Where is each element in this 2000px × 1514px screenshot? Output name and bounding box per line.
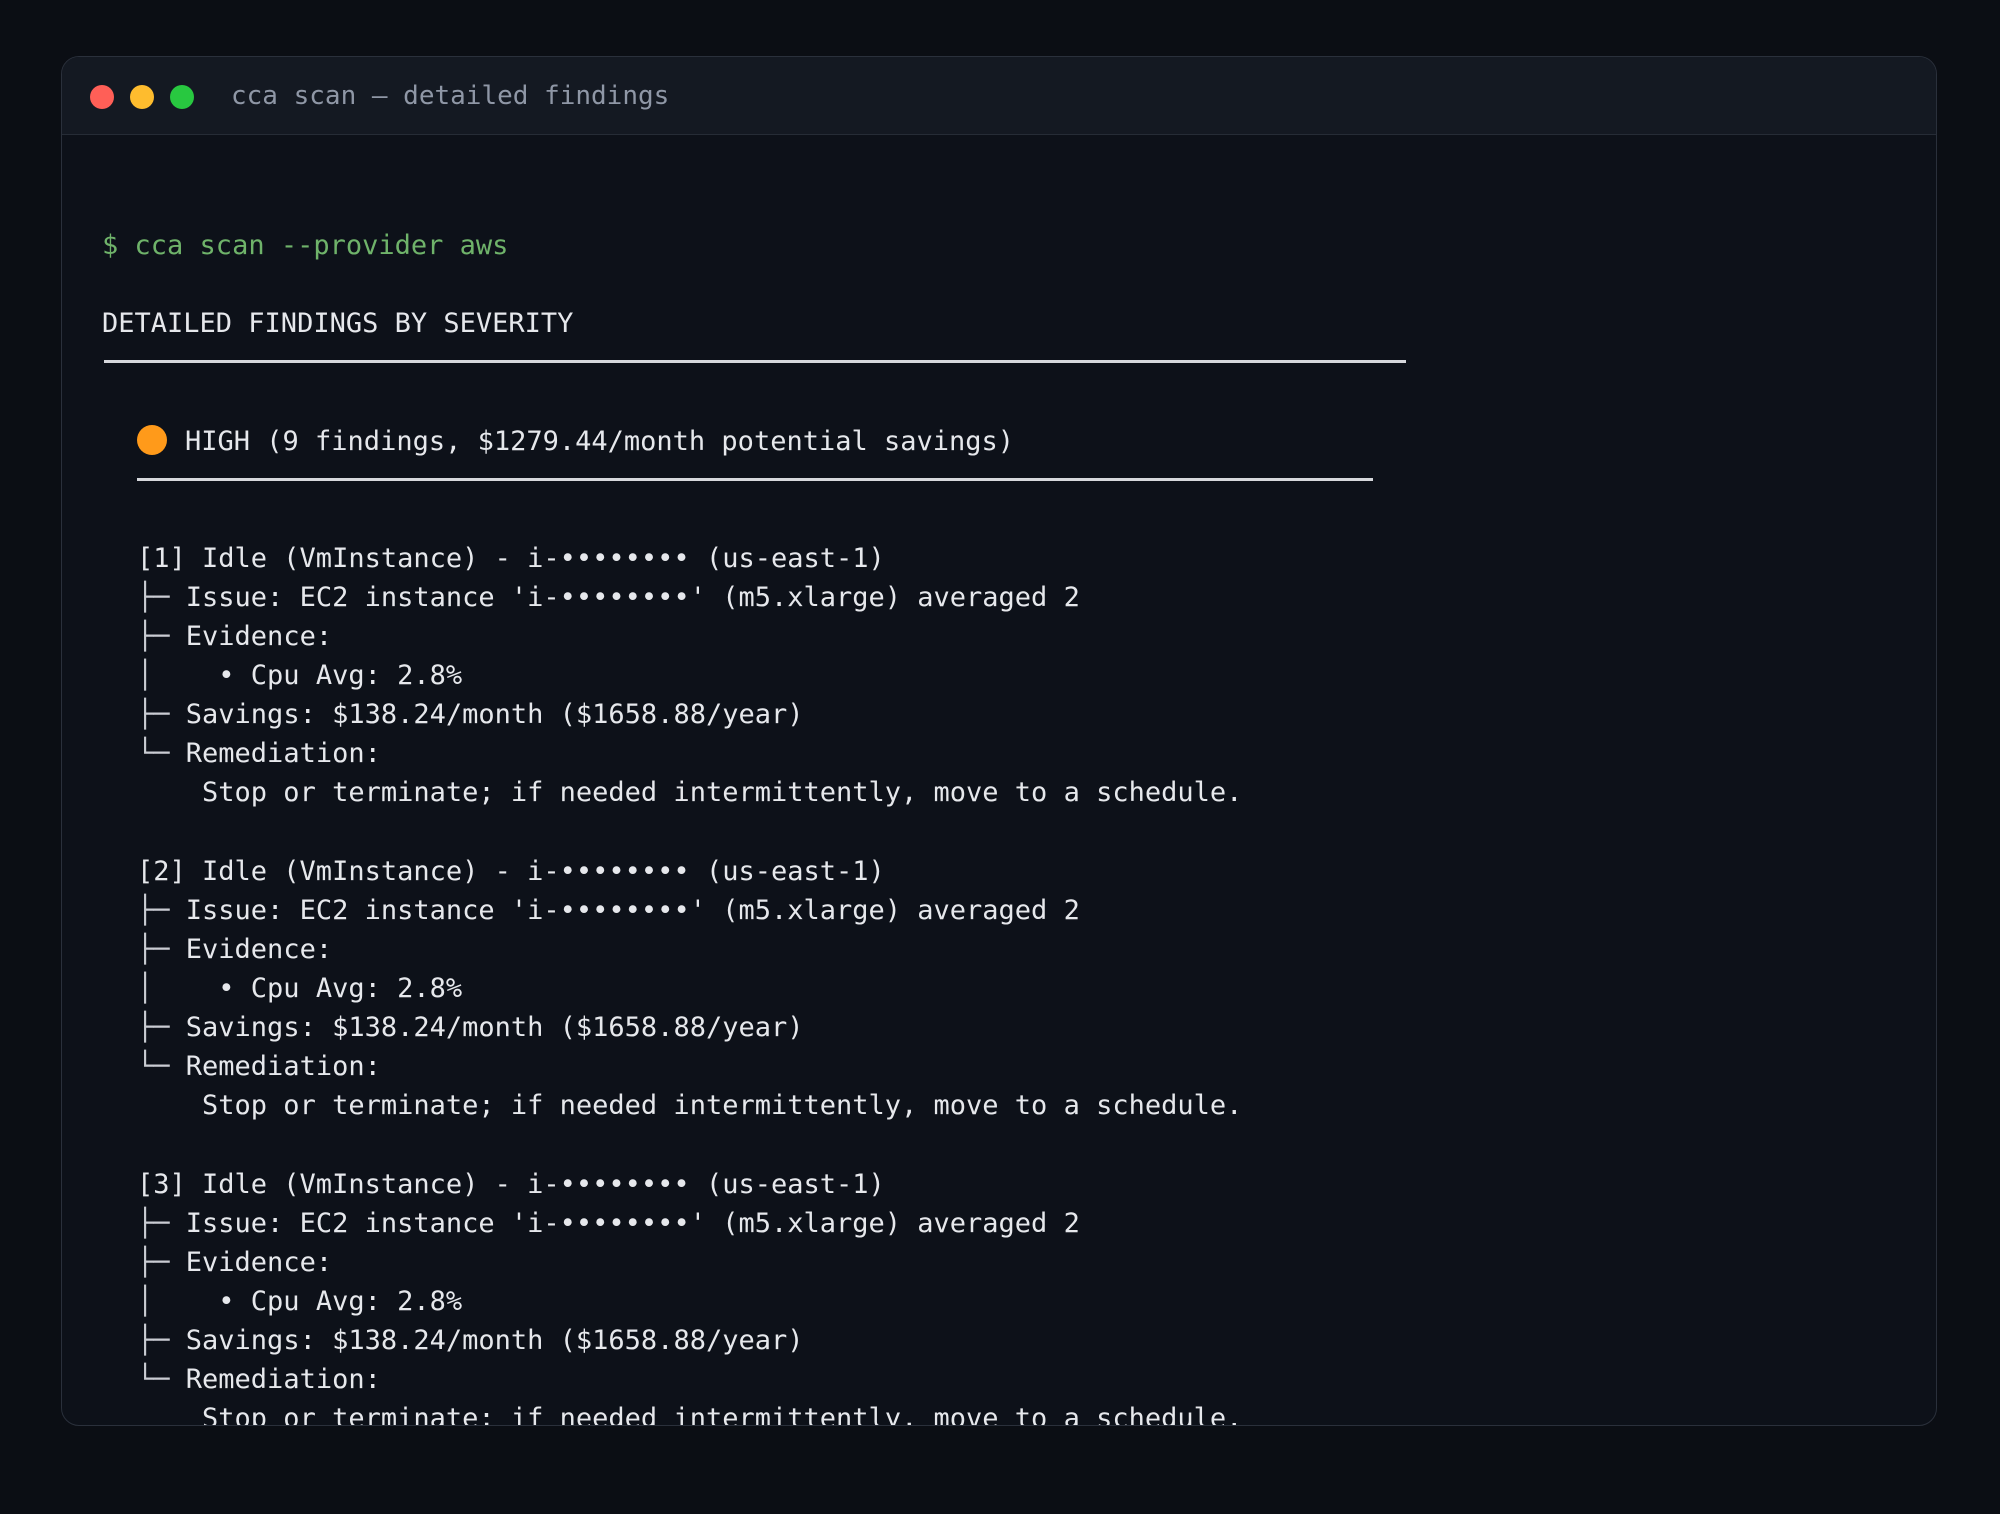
finding-remediation-text-line: Stop or terminate; if needed intermitten… bbox=[137, 1086, 1242, 1125]
tree-connector: ├─ bbox=[137, 1012, 186, 1043]
finding-remediation-label: Remediation: bbox=[185, 1364, 381, 1395]
command-text: cca scan --provider aws bbox=[134, 230, 509, 261]
severity-divider bbox=[137, 478, 1373, 481]
finding-issue-line: ├─ Issue: EC2 instance 'i-••••••••' (m5.… bbox=[137, 1204, 1080, 1243]
finding-issue: Issue: EC2 instance 'i-••••••••' (m5.xla… bbox=[185, 1208, 1080, 1239]
finding-remediation-text-line: Stop or terminate; if needed intermitten… bbox=[137, 1399, 1243, 1426]
command-line: $ cca scan --provider aws bbox=[102, 226, 508, 265]
finding-remediation-text-line: Stop or terminate; if needed intermitten… bbox=[137, 773, 1242, 812]
finding-savings: Savings: $138.24/month ($1658.88/year) bbox=[185, 1012, 804, 1043]
finding-remediation-label: Remediation: bbox=[185, 738, 381, 769]
tree-connector: └─ bbox=[137, 1364, 186, 1395]
severity-group-heading: HIGH (9 findings, $1279.44/month potenti… bbox=[137, 422, 1014, 461]
section-heading: DETAILED FINDINGS BY SEVERITY bbox=[102, 308, 574, 339]
finding-issue-line: ├─ Issue: EC2 instance 'i-••••••••' (m5.… bbox=[137, 578, 1080, 617]
finding-issue: Issue: EC2 instance 'i-••••••••' (m5.xla… bbox=[185, 582, 1080, 613]
orange-circle-icon bbox=[137, 425, 167, 455]
tree-connector: ├─ bbox=[137, 1247, 186, 1278]
finding-savings-line: ├─ Savings: $138.24/month ($1658.88/year… bbox=[137, 1321, 804, 1360]
tree-connector bbox=[137, 1403, 202, 1425]
finding-remediation-text: Stop or terminate; if needed intermitten… bbox=[202, 1403, 1243, 1426]
tree-connector: └─ bbox=[137, 738, 186, 769]
finding-issue-line: ├─ Issue: EC2 instance 'i-••••••••' (m5.… bbox=[137, 891, 1080, 930]
finding-savings: Savings: $138.24/month ($1658.88/year) bbox=[185, 1325, 804, 1356]
tree-connector: ├─ bbox=[137, 582, 186, 613]
finding-evidence-item: • Cpu Avg: 2.8% bbox=[218, 660, 463, 691]
tree-connector: ├─ bbox=[137, 895, 186, 926]
severity-group-label: HIGH (9 findings, $1279.44/month potenti… bbox=[185, 426, 1015, 457]
finding-remediation-label-line: └─ Remediation: bbox=[137, 1047, 381, 1086]
finding-savings-line: ├─ Savings: $138.24/month ($1658.88/year… bbox=[137, 1008, 804, 1047]
tree-connector: └─ bbox=[137, 1051, 186, 1082]
finding-evidence-label: Evidence: bbox=[185, 1247, 333, 1278]
finding-evidence-item-line: │ • Cpu Avg: 2.8% bbox=[137, 969, 462, 1008]
tree-connector: │ bbox=[137, 660, 219, 691]
finding-remediation-label: Remediation: bbox=[185, 1051, 381, 1082]
minimize-window-button[interactable] bbox=[130, 85, 154, 109]
close-window-button[interactable] bbox=[90, 85, 114, 109]
finding-remediation-text: Stop or terminate; if needed intermitten… bbox=[202, 1090, 1243, 1121]
finding-remediation-text: Stop or terminate; if needed intermitten… bbox=[202, 777, 1243, 808]
finding-savings-line: ├─ Savings: $138.24/month ($1658.88/year… bbox=[137, 695, 804, 734]
finding-evidence-item-line: │ • Cpu Avg: 2.8% bbox=[137, 1282, 462, 1321]
tree-connector: ├─ bbox=[137, 1325, 186, 1356]
tree-connector: │ bbox=[137, 1286, 219, 1317]
finding-remediation-label-line: └─ Remediation: bbox=[137, 734, 381, 773]
tree-connector: │ bbox=[137, 973, 219, 1004]
finding-evidence-label-line: ├─ Evidence: bbox=[137, 1243, 332, 1282]
section-divider bbox=[104, 360, 1406, 363]
finding-evidence-label: Evidence: bbox=[185, 934, 333, 965]
finding-evidence-item-line: │ • Cpu Avg: 2.8% bbox=[137, 656, 462, 695]
finding-evidence-item: • Cpu Avg: 2.8% bbox=[218, 973, 463, 1004]
finding-issue: Issue: EC2 instance 'i-••••••••' (m5.xla… bbox=[185, 895, 1080, 926]
maximize-window-button[interactable] bbox=[170, 85, 194, 109]
tree-connector bbox=[137, 1090, 202, 1121]
finding-evidence-label: Evidence: bbox=[185, 621, 333, 652]
tree-connector: ├─ bbox=[137, 621, 186, 652]
finding-header: [1] Idle (VmInstance) - i-•••••••• (us-e… bbox=[137, 543, 885, 574]
finding-header-line: [2] Idle (VmInstance) - i-•••••••• (us-e… bbox=[137, 852, 885, 891]
finding-header-line: [1] Idle (VmInstance) - i-•••••••• (us-e… bbox=[137, 539, 885, 578]
title-bar: cca scan — detailed findings bbox=[62, 57, 1936, 135]
tree-connector: ├─ bbox=[137, 699, 186, 730]
finding-remediation-label-line: └─ Remediation: bbox=[137, 1360, 381, 1399]
terminal-window: cca scan — detailed findings $ cca scan … bbox=[61, 56, 1937, 1426]
prompt-symbol: $ bbox=[102, 230, 119, 261]
finding-evidence-item: • Cpu Avg: 2.8% bbox=[218, 1286, 463, 1317]
finding-evidence-label-line: ├─ Evidence: bbox=[137, 617, 332, 656]
finding-header: [3] Idle (VmInstance) - i-•••••••• (us-e… bbox=[137, 1169, 885, 1200]
tree-connector: ├─ bbox=[137, 1208, 186, 1239]
finding-savings: Savings: $138.24/month ($1658.88/year) bbox=[185, 699, 804, 730]
tree-connector: ├─ bbox=[137, 934, 186, 965]
tree-connector bbox=[137, 777, 202, 808]
window-title: cca scan — detailed findings bbox=[231, 81, 670, 111]
finding-header-line: [3] Idle (VmInstance) - i-•••••••• (us-e… bbox=[137, 1165, 885, 1204]
finding-header: [2] Idle (VmInstance) - i-•••••••• (us-e… bbox=[137, 856, 885, 887]
finding-evidence-label-line: ├─ Evidence: bbox=[137, 930, 332, 969]
